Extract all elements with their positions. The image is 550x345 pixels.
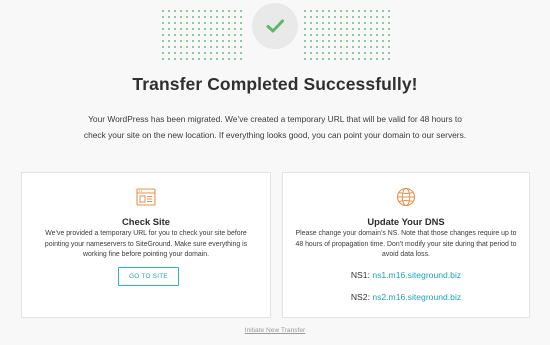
transfer-complete-page: Transfer Completed Successfully! Your Wo…: [0, 0, 550, 345]
ns1-label: NS1:: [350, 270, 370, 280]
ns2-row: NS2: ns2.m16.siteground.biz: [283, 292, 529, 302]
ns1-value-link[interactable]: ns1.m16.siteground.biz: [372, 270, 461, 280]
go-to-site-button[interactable]: GO TO SITE: [118, 267, 179, 286]
check-site-title: Check Site: [122, 216, 170, 227]
check-site-card: Check Site We’ve provided a temporary UR…: [21, 172, 271, 318]
update-dns-title: Update Your DNS: [367, 216, 445, 227]
success-badge: [252, 3, 298, 49]
initiate-new-transfer-link[interactable]: Initiate New Transfer: [0, 327, 550, 334]
ns2-label: NS2:: [350, 292, 370, 302]
check-site-description: We’ve provided a temporary URL for you t…: [44, 230, 248, 259]
migration-description: Your WordPress has been migrated. We’ve …: [83, 114, 467, 140]
globe-icon: [396, 187, 416, 207]
browser-window-icon: [136, 188, 156, 206]
ns1-row: NS1: ns1.m16.siteground.biz: [283, 270, 529, 280]
update-dns-description: Please change your domain’s NS. Note tha…: [295, 230, 517, 259]
ns2-value-link[interactable]: ns2.m16.siteground.biz: [372, 292, 461, 302]
checkmark-icon: [266, 19, 284, 33]
update-dns-card: Update Your DNS Please change your domai…: [282, 172, 530, 318]
page-title: Transfer Completed Successfully!: [132, 74, 418, 94]
